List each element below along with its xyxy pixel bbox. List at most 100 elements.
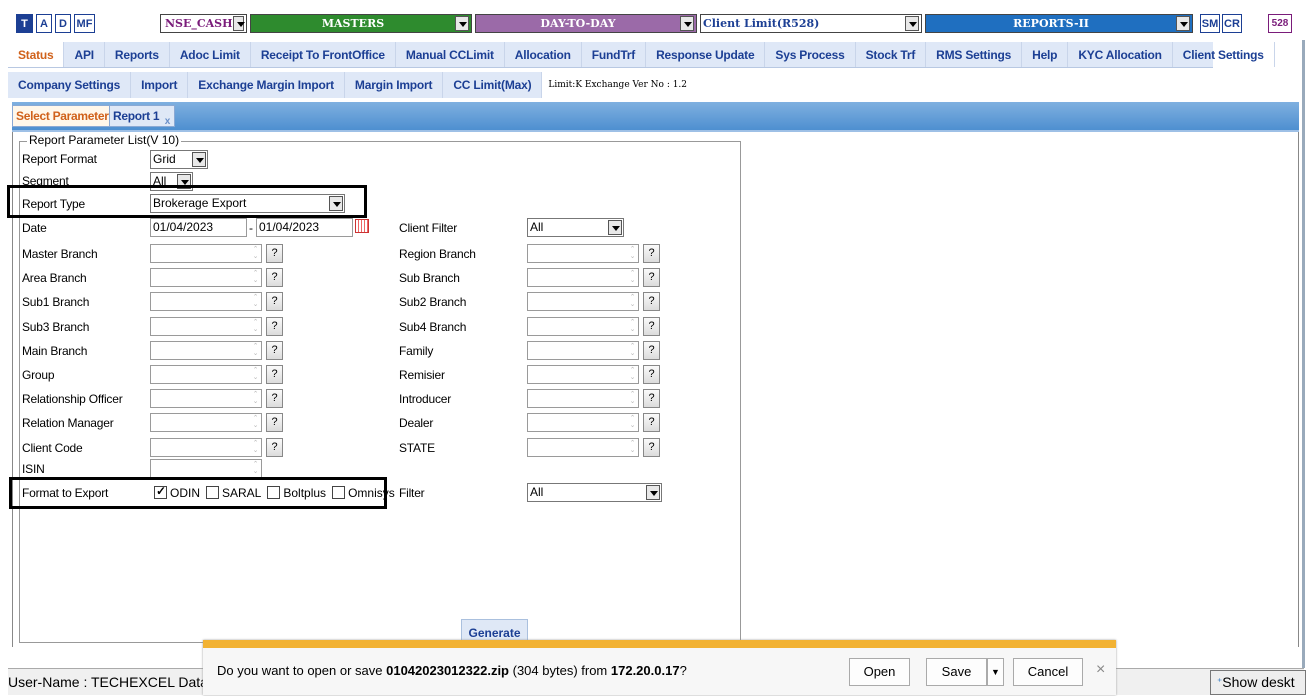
sub4-branch-input[interactable]: ⌃ ⌄ [527,316,639,336]
sub2-branch-input[interactable]: ⌃ ⌄ [527,292,639,312]
close-icon[interactable]: x [165,112,171,132]
close-icon[interactable]: × [1096,661,1105,679]
report-format-select[interactable]: Grid [150,150,208,169]
submenu-item-exchange-margin-import[interactable]: Exchange Margin Import [188,72,345,98]
exchange-select[interactable]: NSE_CASH [160,14,247,33]
masters-select[interactable]: MASTERS [250,14,472,33]
introducer-lookup-button[interactable]: ? [643,389,660,409]
submenu-item-company-settings[interactable]: Company Settings [8,72,132,98]
area-branch-lookup-button[interactable]: ? [266,268,283,288]
sub3-branch-input[interactable]: ⌃ ⌄ [150,316,262,336]
date-to-input[interactable]: 01/04/2023 [256,218,353,237]
relationship-officer-label: Relationship Officer [22,392,123,407]
dealer-input[interactable]: ⌃ ⌄ [527,413,639,433]
daytoday-value: DAY-TO-DAY [540,17,616,30]
scrollbar[interactable] [1302,40,1305,668]
mf-button[interactable]: MF [74,14,95,33]
d-button[interactable]: D [55,14,71,33]
menu-item-reports[interactable]: Reports [105,42,170,67]
sub-branch-input[interactable]: ⌃ ⌄ [527,268,639,288]
menu-item-response-update[interactable]: Response Update [646,42,766,67]
client-filter-value: All [530,220,544,234]
main-branch-input[interactable]: ⌃ ⌄ [150,340,262,360]
t-button[interactable]: T [16,14,33,33]
sm-button[interactable]: SM [1200,14,1220,33]
isin-input[interactable]: ⌃ ⌄ [150,459,262,478]
sub4-branch-lookup-button[interactable]: ? [643,316,660,336]
sub2-branch-lookup-button[interactable]: ? [643,292,660,312]
master-branch-input[interactable]: ⌃ ⌄ [150,244,262,263]
menu-item-client-settings[interactable]: Client Settings [1173,42,1275,67]
menu-item-help[interactable]: Help [1022,42,1069,67]
calendar-icon[interactable] [355,219,369,233]
state-input[interactable]: ⌃ ⌄ [527,437,639,457]
menu-item-status[interactable]: Status [8,42,65,67]
submenu-item-cc-limit-max-[interactable]: CC Limit(Max) [443,72,543,98]
daytoday-select[interactable]: DAY-TO-DAY [475,14,697,33]
download-size: (304 bytes) from [509,663,611,678]
sub1-branch-lookup-button[interactable]: ? [266,292,283,312]
spinner-icon: ⌃ ⌄ [252,415,259,430]
spinner-icon: ⌃ ⌄ [252,461,259,475]
download-suffix: ? [679,663,687,678]
introducer-input[interactable]: ⌃ ⌄ [527,389,639,409]
submenu-item-import[interactable]: Import [131,72,189,98]
save-button[interactable]: Save [926,658,987,686]
region-branch-lookup-button[interactable]: ? [643,244,660,263]
spinner-icon: ⌃ ⌄ [252,439,259,454]
sub3-branch-lookup-button[interactable]: ? [266,316,283,336]
relation-manager-lookup-button[interactable]: ? [266,413,283,433]
area-branch-input[interactable]: ⌃ ⌄ [150,268,262,288]
submenu-item-margin-import[interactable]: Margin Import [344,72,444,98]
menu-item-fundtrf[interactable]: FundTrf [582,42,647,67]
relationship-officer-lookup-button[interactable]: ? [266,389,283,409]
client-code-lookup-button[interactable]: ? [266,437,283,457]
menu-item-api[interactable]: API [64,42,105,67]
introducer-label: Introducer [399,392,452,407]
client-filter-select[interactable]: All [527,218,624,237]
master-branch-lookup-button[interactable]: ? [266,244,283,263]
menu-item-sys-process[interactable]: Sys Process [765,42,856,67]
filter-select[interactable]: All [527,483,662,502]
menu-item-receipt-to-frontoffice[interactable]: Receipt To FrontOffice [251,42,396,67]
dealer-lookup-button[interactable]: ? [643,413,660,433]
menu-item-adoc-limit[interactable]: Adoc Limit [170,42,251,67]
menu-item-allocation[interactable]: Allocation [505,42,582,67]
relation-manager-label: Relation Manager [22,416,114,431]
client-code-input[interactable]: ⌃ ⌄ [150,437,262,457]
tab-report-1[interactable]: Report 1 x [109,105,175,127]
menu-item-rms-settings[interactable]: RMS Settings [926,42,1023,67]
reports2-select[interactable]: REPORTS-II [925,14,1193,33]
a-button[interactable]: A [36,14,52,33]
menu-item-kyc-allocation[interactable]: KYC Allocation [1068,42,1173,67]
family-lookup-button[interactable]: ? [643,340,660,360]
remisier-input[interactable]: ⌃ ⌄ [527,365,639,384]
client-limit-select[interactable]: Client Limit(R528) [700,14,922,33]
date-from-input[interactable]: 01/04/2023 [150,218,247,237]
spinner-icon: ⌃ ⌄ [629,246,636,260]
menu-item-stock-trf[interactable]: Stock Trf [856,42,927,67]
region-branch-input[interactable]: ⌃ ⌄ [527,244,639,263]
spinner-icon: ⌃ ⌄ [252,270,259,285]
sub-branch-label: Sub Branch [399,271,460,286]
sub1-branch-input[interactable]: ⌃ ⌄ [150,292,262,312]
cr-button[interactable]: CR [1222,14,1242,33]
state-lookup-button[interactable]: ? [643,437,660,457]
cancel-button[interactable]: Cancel [1013,658,1083,686]
main-branch-lookup-button[interactable]: ? [266,340,283,360]
dealer-label: Dealer [399,416,434,431]
save-options-button[interactable]: ▼ [987,658,1004,686]
tab-select-parameter[interactable]: Select Parameter [12,105,113,127]
relationship-officer-input[interactable]: ⌃ ⌄ [150,389,262,409]
group-lookup-button[interactable]: ? [266,365,283,384]
menu-item-manual-cclimit[interactable]: Manual CCLimit [396,42,505,67]
family-input[interactable]: ⌃ ⌄ [527,340,639,360]
chevron-down-icon [192,152,206,167]
open-button[interactable]: Open [849,658,910,686]
show-desktop-button[interactable]: ⁺Show deskt [1210,670,1306,695]
group-input[interactable]: ⌃ ⌄ [150,365,262,384]
master-branch-label: Master Branch [22,247,98,261]
remisier-lookup-button[interactable]: ? [643,365,660,384]
relation-manager-input[interactable]: ⌃ ⌄ [150,413,262,433]
sub-branch-lookup-button[interactable]: ? [643,268,660,288]
